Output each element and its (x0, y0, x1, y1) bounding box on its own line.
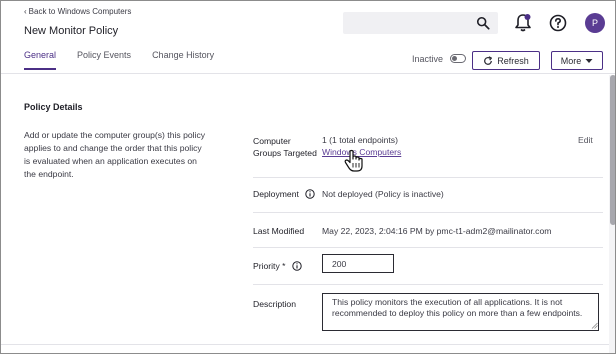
tab-bar: General Policy Events Change History (24, 50, 235, 70)
description-label: Description (253, 299, 296, 309)
more-label: More (560, 55, 582, 66)
page-header: ‹ Back to Windows Computers New Monitor … (1, 1, 615, 74)
info-icon[interactable] (292, 261, 302, 271)
divider (253, 212, 603, 213)
search-icon[interactable] (476, 16, 490, 30)
tab-policy-events[interactable]: Policy Events (77, 50, 131, 70)
help-icon[interactable] (549, 14, 567, 32)
last-modified-value: May 22, 2023, 2:04:16 PM by pmc-t1-adm2@… (322, 226, 552, 236)
computer-groups-label: Computer Groups Targeted (253, 135, 317, 159)
scrollbar-thumb[interactable] (610, 75, 615, 225)
bell-icon[interactable] (514, 13, 532, 33)
description-textarea[interactable]: This policy monitors the execution of al… (322, 293, 599, 331)
priority-input[interactable] (322, 254, 394, 273)
info-icon[interactable] (305, 189, 315, 199)
avatar[interactable]: P (585, 13, 605, 33)
tab-change-history[interactable]: Change History (152, 50, 214, 70)
tab-general[interactable]: General (24, 50, 57, 70)
divider (253, 284, 603, 285)
notification-dot (524, 14, 531, 20)
page-title: New Monitor Policy (24, 25, 119, 37)
scrollbar[interactable] (609, 75, 615, 353)
resize-grip-icon[interactable] (591, 322, 598, 329)
group-link-windows-computers[interactable]: Windows Computers (322, 146, 401, 158)
deployment-label-text: Deployment (253, 189, 299, 199)
back-link-label: Back to Windows Computers (28, 7, 132, 16)
refresh-icon (484, 55, 493, 65)
chevron-left-icon: ‹ (24, 6, 27, 16)
caret-down-icon (585, 58, 593, 63)
search-input[interactable] (349, 15, 469, 31)
last-modified-label: Last Modified (253, 226, 305, 236)
search-box[interactable] (343, 12, 498, 34)
section-description: Add or update the computer group(s) this… (24, 130, 206, 179)
priority-label-text: Priority * (253, 261, 286, 271)
endpoint-count: 1 (1 total endpoints) (322, 135, 398, 145)
status-label: Inactive (412, 54, 444, 64)
computer-groups-value: 1 (1 total endpoints) Windows Computers (322, 134, 401, 158)
toggle-knob (452, 56, 457, 61)
refresh-button[interactable]: Refresh (472, 51, 540, 70)
active-toggle[interactable] (450, 54, 466, 63)
edit-groups-link[interactable]: Edit (578, 135, 593, 145)
priority-label: Priority * (253, 260, 302, 272)
divider (253, 247, 603, 248)
deployment-label: Deployment (253, 188, 315, 200)
computer-groups-label-line2: Groups Targeted (253, 148, 317, 158)
refresh-label: Refresh (497, 55, 529, 66)
divider (253, 177, 603, 178)
back-link[interactable]: ‹ Back to Windows Computers (24, 7, 131, 16)
computer-groups-label-line1: Computer (253, 136, 291, 146)
section-title: Policy Details (24, 102, 83, 112)
deployment-value: Not deployed (Policy is inactive) (322, 189, 444, 199)
app-window: ‹ Back to Windows Computers New Monitor … (0, 0, 616, 354)
more-button[interactable]: More (551, 51, 603, 70)
divider (1, 344, 609, 345)
